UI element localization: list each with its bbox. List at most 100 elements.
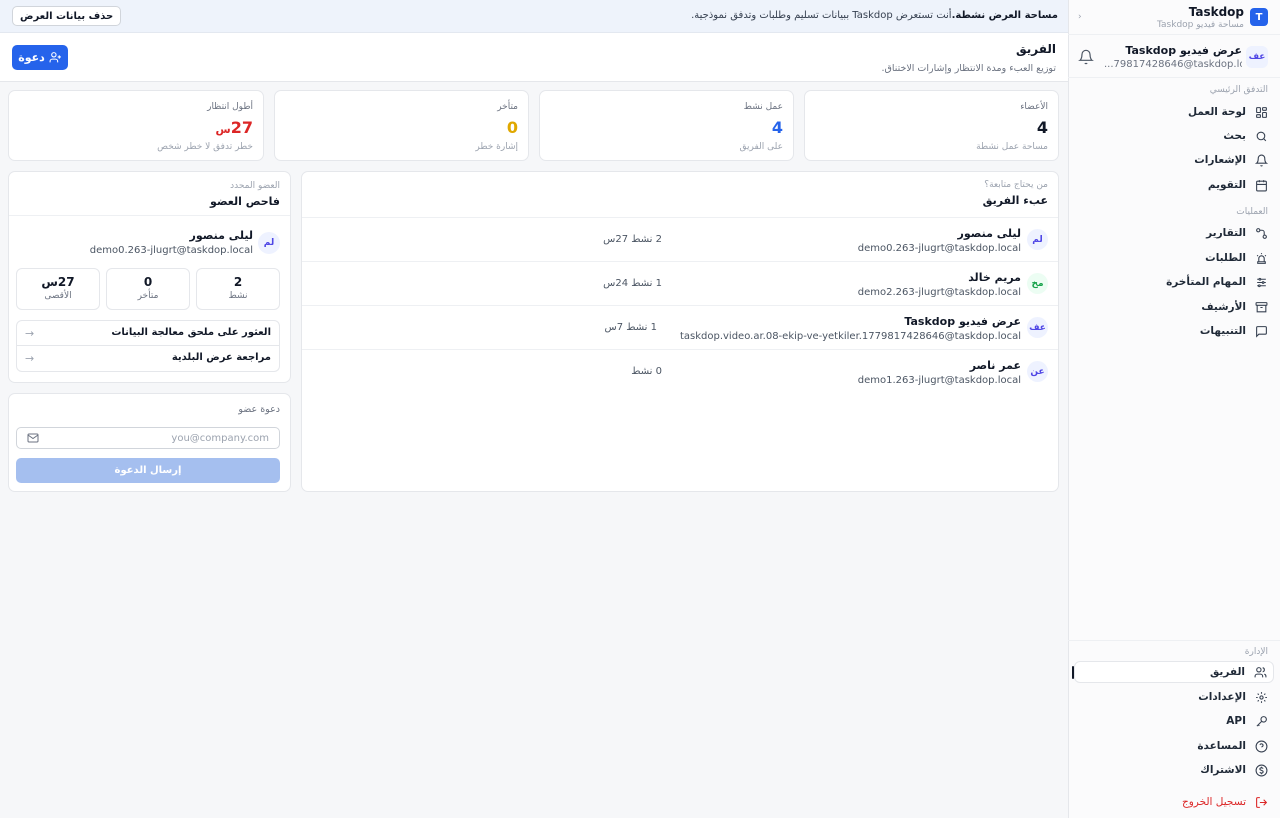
member-avatar: مخ <box>1027 273 1048 294</box>
stat-card-active-work: عمل نشط 4 على الفريق <box>539 90 794 161</box>
member-task-link[interactable]: العثور على ملحق معالجة البيانات → <box>16 320 280 346</box>
send-invite-button[interactable]: إرسال الدعوة <box>16 458 280 483</box>
sidebar-item-label: التقويم <box>1207 179 1246 191</box>
sidebar-item-label: التقارير <box>1206 227 1246 239</box>
sidebar-item-dashboard[interactable]: لوحة العمل <box>1074 101 1274 123</box>
nav-section-admin: الإدارة <box>1244 647 1268 657</box>
page-subtitle: توزيع العبء ومدة الانتظار وإشارات الاختن… <box>881 63 1056 74</box>
member-row[interactable]: مخ مريم خالد demo2.263-jlugrt@taskdop.lo… <box>302 262 1058 306</box>
sidebar-item-overdue-tasks[interactable]: المهام المتأخرة <box>1074 271 1274 293</box>
member-active-count: 1 نشط <box>631 278 662 289</box>
nav-section-ops: العمليات <box>1236 207 1268 217</box>
stat-value: 27س <box>215 118 253 137</box>
sidebar-item-label: المهام المتأخرة <box>1166 276 1246 288</box>
sidebar-item-team[interactable]: الفريق <box>1072 661 1274 683</box>
stat-value: 4 <box>771 118 783 137</box>
stat-label: الأعضاء <box>1020 102 1048 112</box>
arrow-icon: → <box>25 352 35 365</box>
member-load: 2 نشط 27س <box>603 234 662 245</box>
sidebar-item-calendar[interactable]: التقويم <box>1074 174 1274 196</box>
panel-eyebrow: العضو المحدد <box>230 181 280 191</box>
sidebar-item-label: بحث <box>1223 130 1246 142</box>
sidebar-item-alerts[interactable]: التنبيهات <box>1074 320 1274 342</box>
metric-active: 2 نشط <box>196 268 280 310</box>
metric-label: متأخر <box>137 291 159 301</box>
task-title: العثور على ملحق معالجة البيانات <box>111 327 271 338</box>
collapse-sidebar-button[interactable]: ‹ <box>1078 12 1082 22</box>
member-wait: 27س <box>603 234 629 245</box>
member-wait: 24س <box>603 278 629 289</box>
member-email: demo1.263-jlugrt@taskdop.local <box>857 375 1021 386</box>
member-row[interactable]: عن عمر ناصر demo1.263-jlugrt@taskdop.loc… <box>302 350 1058 394</box>
member-load: 0 نشط <box>631 366 662 377</box>
invite-label: دعوة عضو <box>238 404 280 415</box>
sidebar-item-label: الإشعارات <box>1194 154 1246 166</box>
sidebar-item-help[interactable]: المساعدة <box>1074 735 1274 757</box>
panel-eyebrow: من يحتاج متابعة؟ <box>984 180 1048 190</box>
metric-value: 2 <box>233 275 243 289</box>
sidebar-item-label: الفريق <box>1209 666 1245 678</box>
stat-value: 4 <box>1036 118 1048 137</box>
sidebar-item-notifications[interactable]: الإشعارات <box>1074 149 1274 171</box>
member-load: 1 نشط 24س <box>603 278 662 289</box>
user-avatar: عف <box>1246 46 1268 68</box>
member-avatar: لم <box>258 232 280 254</box>
stat-hint: مساحة عمل نشطة <box>976 142 1048 152</box>
user-plus-icon <box>49 52 61 63</box>
member-name: ليلى منصور <box>957 227 1021 240</box>
stat-hint: على الفريق <box>739 142 783 152</box>
metric-overdue: 0 متأخر <box>106 268 190 310</box>
stat-value: 0 <box>506 118 518 137</box>
sidebar-item-search[interactable]: بحث <box>1074 125 1274 147</box>
sidebar-item-label: الطلبات <box>1205 252 1246 264</box>
sidebar-item-label: الاشتراك <box>1200 764 1246 776</box>
member-active-count: 0 نشط <box>631 366 662 377</box>
sidebar-item-settings[interactable]: الإعدادات <box>1074 686 1274 708</box>
member-active-count: 2 نشط <box>631 234 662 245</box>
member-email: demo2.263-jlugrt@taskdop.local <box>857 287 1021 298</box>
invite-button[interactable]: دعوة <box>12 45 68 70</box>
member-email: taskdop.video.ar.08-ekip-ve-yetkiler.177… <box>679 331 1021 342</box>
key-icon <box>1254 714 1268 728</box>
sidebar-item-reports[interactable]: التقارير <box>1074 222 1274 244</box>
banner-strong: مساحة العرض نشطة. <box>951 10 1058 21</box>
user-name: عرض فيديو Taskdop <box>1125 44 1242 57</box>
panel-title: عبء الفريق <box>982 194 1048 207</box>
invite-email-input[interactable] <box>16 427 280 449</box>
invite-member-form: دعوة عضو إرسال الدعوة <box>8 393 291 492</box>
team-load-panel: من يحتاج متابعة؟ عبء الفريق لم ليلى منصو… <box>301 171 1059 492</box>
member-avatar: لم <box>1027 229 1048 250</box>
sidebar-item-requests[interactable]: الطلبات <box>1074 247 1274 269</box>
sidebar-item-archive[interactable]: الأرشيف <box>1074 296 1274 318</box>
dashboard-icon <box>1254 105 1268 119</box>
clear-demo-data-button[interactable]: حذف بيانات العرض <box>12 6 122 26</box>
archive-icon <box>1254 300 1268 314</box>
member-inspector: العضو المحدد فاحص العضو لم ليلى منصور de… <box>8 171 291 383</box>
user-email: ...79817428646@taskdop.local <box>1104 59 1242 70</box>
current-user[interactable]: عف عرض فيديو Taskdop ...79817428646@task… <box>1068 34 1280 78</box>
member-name: عرض فيديو Taskdop <box>904 315 1021 328</box>
dollar-icon <box>1254 763 1268 777</box>
panel-header: العضو المحدد فاحص العضو <box>9 172 290 216</box>
member-task-link[interactable]: مراجعة عرض البلدية → <box>16 346 280 372</box>
bell-icon[interactable] <box>1078 49 1094 65</box>
sidebar-item-api[interactable]: API <box>1074 710 1274 732</box>
member-row[interactable]: عف عرض فيديو Taskdop taskdop.video.ar.08… <box>302 306 1058 350</box>
logout-button[interactable]: تسجيل الخروج <box>1074 791 1274 813</box>
invite-button-label: دعوة <box>18 51 45 64</box>
metric-label: الأقصى <box>44 291 72 301</box>
panel-header: من يحتاج متابعة؟ عبء الفريق <box>302 172 1058 218</box>
siren-icon <box>1254 251 1268 265</box>
banner-message: أنت تستعرض Taskdop ببيانات تسليم وطلبات … <box>691 10 952 21</box>
stat-label: عمل نشط <box>743 102 783 112</box>
metric-label: نشط <box>228 291 248 301</box>
demo-banner: مساحة العرض نشطة.أنت تستعرض Taskdop ببيا… <box>0 0 1068 33</box>
arrow-icon: → <box>25 327 35 340</box>
member-active-count: 1 نشط <box>626 322 657 333</box>
member-load: 1 نشط 7س <box>604 322 657 333</box>
sidebar-item-subscription[interactable]: الاشتراك <box>1074 759 1274 781</box>
bell-icon <box>1254 153 1268 167</box>
gear-icon <box>1254 690 1268 704</box>
member-row[interactable]: لم ليلى منصور demo0.263-jlugrt@taskdop.l… <box>302 218 1058 262</box>
member-wait: 7س <box>604 322 624 333</box>
